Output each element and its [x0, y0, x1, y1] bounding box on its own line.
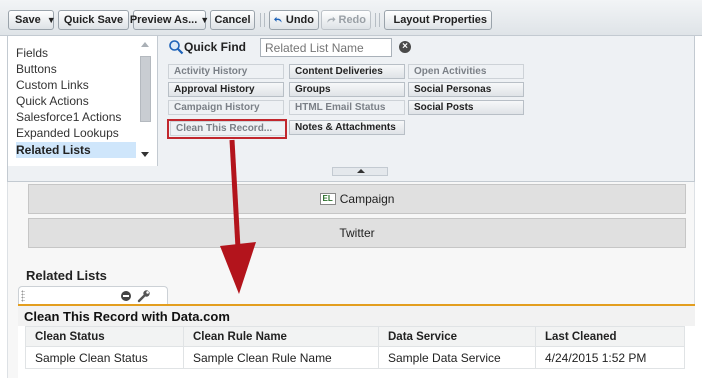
redo-label: Redo	[338, 14, 367, 26]
quick-save-button[interactable]: Quick Save	[58, 10, 129, 30]
table-cell: Sample Data Service	[378, 346, 536, 369]
related-lists-heading: Related Lists	[26, 268, 107, 283]
palette-collapse-toggle[interactable]	[332, 167, 388, 176]
cancel-button[interactable]: Cancel	[210, 10, 255, 30]
scrollbar-thumb[interactable]	[140, 56, 151, 122]
category-quick-actions[interactable]: Quick Actions	[16, 93, 136, 109]
preview-as-label: Preview As...	[129, 14, 198, 26]
campaign-lookup-box[interactable]: EL Campaign	[28, 184, 686, 214]
category-related-lists[interactable]: Related Lists	[16, 142, 136, 158]
toolbar-divider	[379, 13, 380, 27]
category-salesforce1-actions[interactable]: Salesforce1 Actions	[16, 109, 136, 125]
quick-find-label: Quick Find	[184, 40, 247, 54]
redo-icon	[327, 16, 336, 23]
column-header: Data Service	[378, 326, 536, 347]
palette-item-open-activities[interactable]: Open Activities	[408, 64, 524, 79]
table-cell: Sample Clean Rule Name	[183, 346, 379, 369]
save-menu-arrow-icon[interactable]: ▼	[47, 15, 56, 25]
table-header-row: Clean Status Clean Rule Name Data Servic…	[25, 326, 685, 347]
wrench-icon[interactable]	[137, 289, 151, 303]
palette: Fields Buttons Custom Links Quick Action…	[7, 36, 695, 182]
toolbar-divider	[260, 13, 261, 27]
palette-item-content-deliveries[interactable]: Content Deliveries	[289, 64, 405, 79]
palette-item-campaign-history[interactable]: Campaign History	[168, 100, 284, 115]
palette-item-html-email-status[interactable]: HTML Email Status	[289, 100, 405, 115]
quick-find-input[interactable]	[260, 38, 392, 57]
table-cell: Sample Clean Status	[25, 346, 184, 369]
layout-properties-label: Layout Properties	[393, 14, 487, 26]
column-header: Clean Status	[25, 326, 184, 347]
palette-item-approval-history[interactable]: Approval History	[168, 82, 284, 97]
undo-label: Undo	[285, 14, 314, 26]
undo-icon	[274, 16, 282, 23]
toolbar-divider	[264, 13, 265, 27]
related-list-clean-this-record: Clean This Record with Data.com Clean St…	[18, 304, 695, 378]
palette-category-list: Fields Buttons Custom Links Quick Action…	[8, 36, 158, 166]
palette-item-activity-history[interactable]: Activity History	[168, 64, 284, 79]
twitter-label: Twitter	[339, 226, 375, 240]
expanded-lookup-icon: EL	[319, 193, 336, 205]
save-label: Save	[15, 14, 41, 26]
category-fields[interactable]: Fields	[16, 45, 136, 61]
scroll-down-icon[interactable]	[141, 152, 149, 157]
table-row: Sample Clean Status Sample Clean Rule Na…	[25, 346, 685, 369]
layout-properties-button[interactable]: Layout Properties	[384, 10, 492, 30]
twitter-box[interactable]: Twitter	[28, 218, 686, 248]
category-custom-links[interactable]: Custom Links	[16, 77, 136, 93]
column-header: Clean Rule Name	[183, 326, 379, 347]
search-icon	[169, 40, 184, 55]
category-scrollbar[interactable]	[137, 38, 153, 162]
undo-button[interactable]: Undo	[269, 10, 319, 30]
column-header: Last Cleaned	[535, 326, 685, 347]
table-cell: 4/24/2015 1:52 PM	[535, 346, 685, 369]
preview-as-button[interactable]: Preview As... ▼	[129, 10, 210, 30]
palette-item-groups[interactable]: Groups	[289, 82, 405, 97]
annotation-arrow	[220, 139, 256, 294]
toolbar-divider	[375, 13, 376, 27]
palette-item-social-posts[interactable]: Social Posts	[408, 100, 524, 115]
related-list-title: Clean This Record with Data.com	[24, 309, 230, 324]
category-buttons[interactable]: Buttons	[16, 61, 136, 77]
palette-item-social-personas[interactable]: Social Personas	[408, 82, 524, 97]
clear-search-icon[interactable]: ×	[399, 41, 411, 53]
save-button[interactable]: Save ▼	[8, 10, 56, 30]
palette-item-notes-attachments[interactable]: Notes & Attachments	[289, 120, 405, 135]
campaign-label: Campaign	[339, 192, 395, 206]
redo-button[interactable]: Redo	[321, 10, 371, 30]
preview-menu-arrow-icon: ▼	[200, 15, 210, 25]
layout-editor-toolbar: Save ▼ Quick Save Preview As... ▼ Cancel…	[0, 0, 702, 36]
drag-grip-icon[interactable]	[21, 290, 25, 302]
related-list-table: Clean Status Clean Rule Name Data Servic…	[25, 326, 685, 369]
remove-icon[interactable]	[121, 291, 131, 301]
category-expanded-lookups[interactable]: Expanded Lookups	[16, 125, 136, 141]
scroll-up-icon[interactable]	[141, 42, 149, 47]
